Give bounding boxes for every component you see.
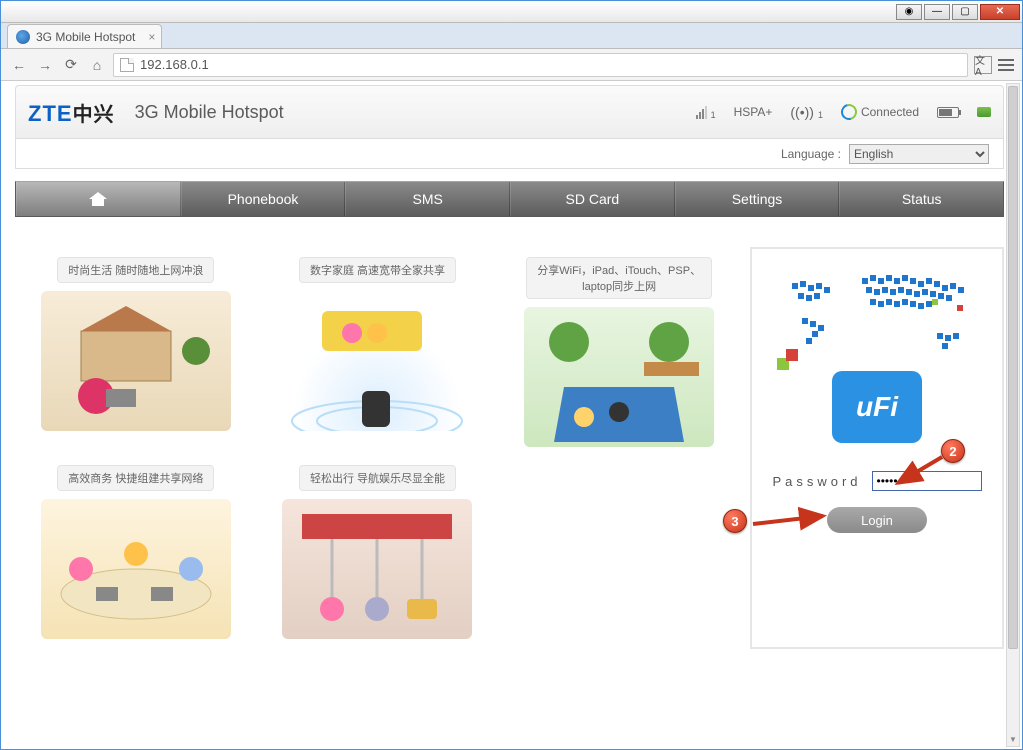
page-content: ZTE中兴 3G Mobile Hotspot 1 HSPA+ ((•)) 1 …	[1, 81, 1022, 749]
product-title: 3G Mobile Hotspot	[135, 102, 284, 123]
browser-toolbar: ← → ⟳ ⌂ 文A	[1, 49, 1022, 81]
promo-card: 高效商务 快捷组建共享网络	[25, 465, 247, 639]
promo-caption: 时尚生活 随时随地上网冲浪	[57, 257, 214, 283]
close-window-button[interactable]: ✕	[980, 4, 1020, 20]
reload-icon[interactable]: ⟳	[61, 55, 81, 75]
tab-close-icon[interactable]: ×	[148, 30, 155, 44]
tab-title: 3G Mobile Hotspot	[36, 30, 135, 44]
app-header: ZTE中兴 3G Mobile Hotspot 1 HSPA+ ((•)) 1 …	[15, 85, 1004, 139]
promo-illustration	[282, 291, 472, 431]
window-titlebar: ◉ — ▢ ✕	[1, 1, 1022, 23]
promo-caption: 分享WiFi，iPad、iTouch、PSP、 laptop同步上网	[526, 257, 712, 299]
language-select[interactable]: English	[849, 144, 989, 164]
wifi-status: ((•)) 1	[790, 104, 823, 120]
nav-sdcard[interactable]: SD Card	[510, 182, 675, 216]
wifi-icon: ((•))	[790, 104, 814, 120]
promo-card: 数字家庭 高速宽带全家共享	[267, 257, 489, 447]
ufi-logo: uFi	[832, 371, 922, 443]
tab-strip: 3G Mobile Hotspot ×	[1, 23, 1022, 49]
annotation-marker-2: 2	[941, 439, 965, 463]
home-nav-icon	[89, 192, 107, 206]
promo-card: 时尚生活 随时随地上网冲浪	[25, 257, 247, 447]
forward-icon[interactable]: →	[35, 55, 55, 75]
promo-illustration	[282, 499, 472, 639]
page-icon	[120, 58, 134, 72]
annotation-marker-3: 3	[723, 509, 747, 533]
brand-logo: ZTE中兴	[28, 98, 115, 127]
promo-caption: 轻松出行 导航娱乐尽显全能	[299, 465, 456, 491]
browser-tab[interactable]: 3G Mobile Hotspot ×	[7, 24, 162, 48]
password-label: Password	[772, 474, 861, 489]
scrollbar-thumb[interactable]	[1008, 86, 1018, 649]
minimize-button[interactable]: —	[924, 4, 950, 20]
page-viewport: ZTE中兴 3G Mobile Hotspot 1 HSPA+ ((•)) 1 …	[1, 81, 1022, 749]
login-panel: uFi Password Login	[750, 247, 1004, 649]
sync-icon	[838, 101, 860, 123]
nav-settings[interactable]: Settings	[675, 182, 840, 216]
language-bar: Language : English	[15, 139, 1004, 169]
battery-icon	[937, 107, 959, 118]
content-area: 时尚生活 随时随地上网冲浪 数字家庭 高速宽带全家共享 分享WiFi，iPad、…	[15, 247, 1004, 649]
signal-status: 1	[696, 105, 716, 119]
nav-status[interactable]: Status	[839, 182, 1003, 216]
nav-home[interactable]	[16, 182, 181, 216]
promo-caption: 高效商务 快捷组建共享网络	[57, 465, 214, 491]
promo-illustration	[524, 307, 714, 447]
translate-icon[interactable]: 文A	[974, 56, 992, 74]
main-nav: Phonebook SMS SD Card Settings Status	[15, 181, 1004, 217]
user-button[interactable]: ◉	[896, 4, 922, 20]
home-icon[interactable]: ⌂	[87, 55, 107, 75]
login-form: Password	[772, 471, 981, 491]
back-icon[interactable]: ←	[9, 55, 29, 75]
promo-illustration	[41, 291, 231, 431]
promo-illustration	[41, 499, 231, 639]
url-input[interactable]	[140, 57, 961, 72]
language-label: Language :	[781, 147, 841, 161]
promo-card: 分享WiFi，iPad、iTouch、PSP、 laptop同步上网	[508, 257, 730, 447]
vertical-scrollbar[interactable]: ▲ ▼	[1006, 83, 1020, 747]
address-bar[interactable]	[113, 53, 968, 77]
login-button[interactable]: Login	[827, 507, 927, 533]
browser-window: ◉ — ▢ ✕ 3G Mobile Hotspot × ← → ⟳ ⌂ 文A Z…	[0, 0, 1023, 750]
sim-status	[977, 107, 991, 117]
promo-caption: 数字家庭 高速宽带全家共享	[299, 257, 456, 283]
promo-grid: 时尚生活 随时随地上网冲浪 数字家庭 高速宽带全家共享 分享WiFi，iPad、…	[15, 247, 740, 649]
nav-phonebook[interactable]: Phonebook	[181, 182, 346, 216]
maximize-button[interactable]: ▢	[952, 4, 978, 20]
annotation-arrow-2	[894, 451, 949, 494]
nav-sms[interactable]: SMS	[345, 182, 510, 216]
favicon-icon	[16, 30, 30, 44]
annotation-arrow-3	[749, 506, 829, 539]
network-mode: HSPA+	[734, 105, 773, 119]
sim-icon	[977, 107, 991, 117]
battery-status	[937, 107, 959, 118]
hamburger-icon[interactable]	[998, 59, 1014, 71]
signal-bars-icon	[696, 105, 707, 119]
connection-status: Connected	[841, 104, 919, 120]
promo-card: 轻松出行 导航娱乐尽显全能	[267, 465, 489, 639]
scroll-down-icon[interactable]: ▼	[1007, 732, 1019, 746]
